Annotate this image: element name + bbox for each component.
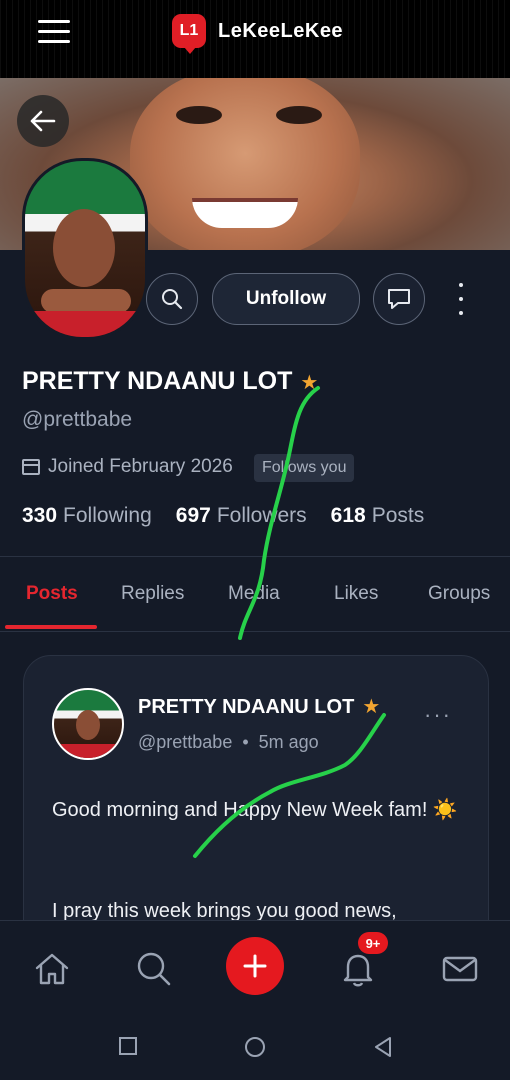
- post-more-icon[interactable]: ···: [424, 702, 452, 728]
- tab-replies[interactable]: Replies: [121, 583, 184, 605]
- menu-icon[interactable]: [38, 20, 70, 44]
- logo-text: LeKeeLeKee: [218, 19, 344, 42]
- app-logo[interactable]: L1 LeKeeLeKee: [172, 14, 344, 54]
- unfollow-button[interactable]: Unfollow: [212, 273, 360, 325]
- tab-likes[interactable]: Likes: [334, 583, 378, 605]
- calendar-icon: [22, 459, 40, 475]
- notification-badge: 9+: [358, 932, 388, 954]
- posts-stat[interactable]: 618 Posts: [331, 504, 425, 528]
- star-icon: ★: [300, 372, 319, 394]
- posts-count: 618: [330, 504, 366, 527]
- message-button[interactable]: [373, 273, 425, 325]
- profile-stats: 330 Following 697 Followers 618 Posts: [22, 504, 448, 528]
- profile-tabs: Posts Replies Media Likes Groups: [0, 557, 510, 631]
- post-author-name[interactable]: PRETTY NDAANU LOT ★: [138, 694, 380, 719]
- followers-count: 697: [175, 504, 211, 527]
- following-label: Following: [63, 504, 152, 527]
- search-nav-icon[interactable]: [134, 949, 174, 989]
- following-stat[interactable]: 330 Following: [22, 504, 152, 528]
- search-icon: [162, 289, 183, 310]
- profile-name: PRETTY NDAANU LOT ★: [22, 367, 318, 396]
- more-options-icon[interactable]: [450, 283, 472, 315]
- post-text: Good morning and Happy New Week fam! ☀️: [52, 799, 458, 821]
- post-handle: @prettbabe: [138, 732, 233, 752]
- followers-stat[interactable]: 697 Followers: [176, 504, 307, 528]
- profile-handle: @prettbabe: [22, 408, 133, 431]
- search-profile-button[interactable]: [146, 273, 198, 325]
- back-arrow-icon[interactable]: [17, 95, 69, 147]
- active-tab-indicator: [5, 625, 97, 629]
- post-author-avatar[interactable]: [52, 688, 124, 760]
- joined-date: Joined February 2026: [22, 456, 233, 478]
- mail-icon[interactable]: [440, 949, 480, 989]
- posts-label: Posts: [371, 504, 425, 527]
- top-bar: L1 LeKeeLeKee: [0, 0, 510, 78]
- system-nav-bar: [0, 1012, 510, 1080]
- create-post-button[interactable]: [226, 937, 284, 995]
- home-icon[interactable]: [32, 949, 72, 989]
- divider: [0, 631, 510, 632]
- back-system-icon[interactable]: [372, 1036, 394, 1063]
- tab-media[interactable]: Media: [228, 583, 280, 605]
- follows-you-badge: Follows you: [254, 454, 355, 482]
- profile-avatar[interactable]: [22, 158, 148, 340]
- post-author-name-text: PRETTY NDAANU LOT: [138, 696, 355, 718]
- tab-posts[interactable]: Posts: [26, 583, 78, 605]
- tab-groups[interactable]: Groups: [428, 583, 490, 605]
- cover-face-image: [130, 78, 360, 250]
- star-icon: ★: [362, 696, 381, 718]
- joined-text: Joined February 2026: [48, 456, 233, 477]
- logo-badge: L1: [172, 14, 206, 54]
- recents-icon[interactable]: [118, 1036, 138, 1061]
- profile-name-text: PRETTY NDAANU LOT: [22, 367, 293, 395]
- following-count: 330: [22, 504, 58, 527]
- post-card[interactable]: PRETTY NDAANU LOT ★ @prettbabe • 5m ago ···…: [23, 655, 489, 957]
- followers-label: Followers: [216, 504, 307, 527]
- home-system-icon[interactable]: [244, 1036, 266, 1063]
- chat-bubble-icon: [388, 289, 410, 309]
- bell-icon[interactable]: [338, 949, 378, 989]
- post-time: 5m ago: [258, 732, 319, 752]
- post-meta: @prettbabe • 5m ago: [138, 732, 319, 752]
- plus-icon: [243, 954, 267, 978]
